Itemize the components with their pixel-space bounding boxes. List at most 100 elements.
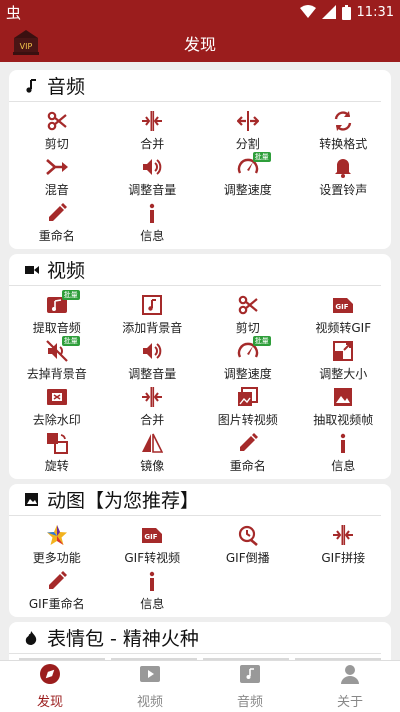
vip-logo[interactable]: VIP [10,28,42,58]
tool-speed-button[interactable]: 批量调整速度 [200,336,296,382]
tool-mix-button[interactable]: 混音 [9,152,105,198]
tool-reverse-button[interactable]: GIF倒播 [200,520,296,566]
section-title: 视频 [47,260,86,282]
tool-merge-button[interactable]: 合并 [105,382,201,428]
section-header-icon [25,630,39,645]
section-header: 视频 [9,254,381,286]
status-bar: 虫 11:31 [0,0,400,24]
tool-merge-button[interactable]: 合并 [105,106,201,152]
tool-resize-button[interactable]: 调整大小 [296,336,392,382]
batch-badge: 批量 [252,336,271,346]
tool-label: 混音 [44,183,69,197]
bell-icon [332,156,354,178]
nav-tab-2[interactable]: 音频 [200,661,300,712]
tool-grid: 更多功能 GIF GIF转视频 GIF倒播 GIF拼接 GIF重命名 信息 [9,516,391,612]
tool-pencil-button[interactable]: GIF重命名 [9,566,105,612]
signal-icon [321,5,336,19]
speed-icon: 批量 [237,152,271,178]
tool-scissors-button[interactable]: 剪切 [9,106,105,152]
battery-icon [341,4,351,20]
gif-icon: GIF [141,524,163,546]
tool-image-button[interactable]: 抽取视频帧 [296,382,392,428]
nav-tab-label: 关于 [336,695,363,710]
pencil-icon [46,570,68,592]
scissors-icon [46,110,68,132]
section-card-2: 动图【为您推荐】 更多功能 GIF GIF转视频 GIF倒播 GIF拼接 GIF重命名 信息 [9,484,391,617]
tool-label: 更多功能 [32,551,81,565]
tool-bell-button[interactable]: 设置铃声 [296,152,392,198]
audio-icon [239,663,261,689]
tool-extract-audio-button[interactable]: 批量 提取音频 [9,290,105,336]
nav-tab-3[interactable]: 关于 [300,661,400,712]
tool-watermark-button[interactable]: 去除水印 [9,382,105,428]
tool-gif-button[interactable]: GIF 视频转GIF [296,290,392,336]
tool-label: 调整音量 [128,367,177,381]
mirror-icon [141,432,164,454]
tool-label: GIF拼接 [321,551,366,565]
batch-badge: 批量 [61,336,80,346]
section-card-0: 音频剪切 合并 分割 转换格式混音 调整音量 批量 调整速度 设置铃声重命名 信息 [9,70,391,249]
merge-icon [141,386,163,408]
compass-icon [39,663,61,689]
tool-label: 添加背景音 [122,321,183,335]
nav-tab-1[interactable]: 视频 [100,661,200,712]
feature-list[interactable]: 音频 剪切 合并 分割 转换格式 混音 调整音量 批量 调整速度 设置铃声 重命名 信息 视频 批量 提取音… [0,62,400,660]
tool-label: 旋转 [44,459,69,473]
tool-label: 镜像 [140,459,165,473]
image-icon [332,386,354,408]
section-title: 音频 [47,76,86,98]
tool-star-button[interactable]: 更多功能 [9,520,105,566]
tool-merge-button[interactable]: GIF拼接 [296,520,392,566]
resize-icon [332,340,354,362]
scissors-icon [237,294,259,316]
tool-label: 调整音量 [128,183,177,197]
tool-pencil-button[interactable]: 重命名 [9,198,105,244]
page-title: 发现 [183,35,216,54]
reverse-icon [237,524,259,546]
tool-info-button[interactable]: 信息 [105,566,201,612]
fire-icon [25,630,37,645]
tool-label: 合并 [140,137,165,151]
batch-badge: 批量 [252,152,271,162]
tool-scissors-button[interactable]: 剪切 [200,290,296,336]
tool-label: 信息 [331,459,356,473]
app-bar: VIP 发现 [0,24,400,62]
pencil-icon [46,202,68,224]
tool-rotate-button[interactable]: 旋转 [9,428,105,474]
music-note-icon [26,78,36,93]
split-icon [236,110,259,132]
tool-label: 剪切 [44,137,69,151]
section-header: 表情包 - 精神火种 [9,622,381,654]
section-header-icon [25,493,39,507]
tool-split-button[interactable]: 分割 [200,106,296,152]
tool-mirror-button[interactable]: 镜像 [105,428,201,474]
music-note-icon [141,294,163,316]
tool-info-button[interactable]: 信息 [105,198,201,244]
nav-tab-0[interactable]: 发现 [0,661,100,712]
pencil-icon [237,432,259,454]
tool-mute-button[interactable]: 批量 去掉背景音 [9,336,105,382]
tool-label: 调整速度 [223,367,272,381]
tool-music-note-button[interactable]: 添加背景音 [105,290,201,336]
tool-label: 信息 [140,597,165,611]
tool-pencil-button[interactable]: 重命名 [200,428,296,474]
star-icon [46,524,68,546]
tool-info-button[interactable]: 信息 [296,428,392,474]
tool-speed-button[interactable]: 批量 调整速度 [200,152,296,198]
info-icon [141,202,163,224]
tool-label: 分割 [235,137,260,151]
tool-volume-button[interactable]: 调整音量 [105,336,201,382]
tool-photos-button[interactable]: 图片转视频 [200,382,296,428]
tool-convert-button[interactable]: 转换格式 [296,106,392,152]
bottom-navigation: 发现 视频 音频 关于 [0,660,400,712]
tool-label: 剪切 [235,321,260,335]
svg-text:VIP: VIP [20,42,33,51]
extract-audio-icon: 批量 [46,290,80,316]
nav-tab-label: 视频 [136,695,163,710]
notification-glyph: 虫 [6,3,22,22]
section-card-1: 视频批量 提取音频添加背景音 剪切 GIF 视频转GIF 批量 去掉背景音调整音量 批量调整速… [9,254,391,479]
tool-label: 转换格式 [319,137,368,151]
tool-label: 抽取视频帧 [313,413,374,427]
tool-gif-button[interactable]: GIF GIF转视频 [105,520,201,566]
tool-volume-button[interactable]: 调整音量 [105,152,201,198]
